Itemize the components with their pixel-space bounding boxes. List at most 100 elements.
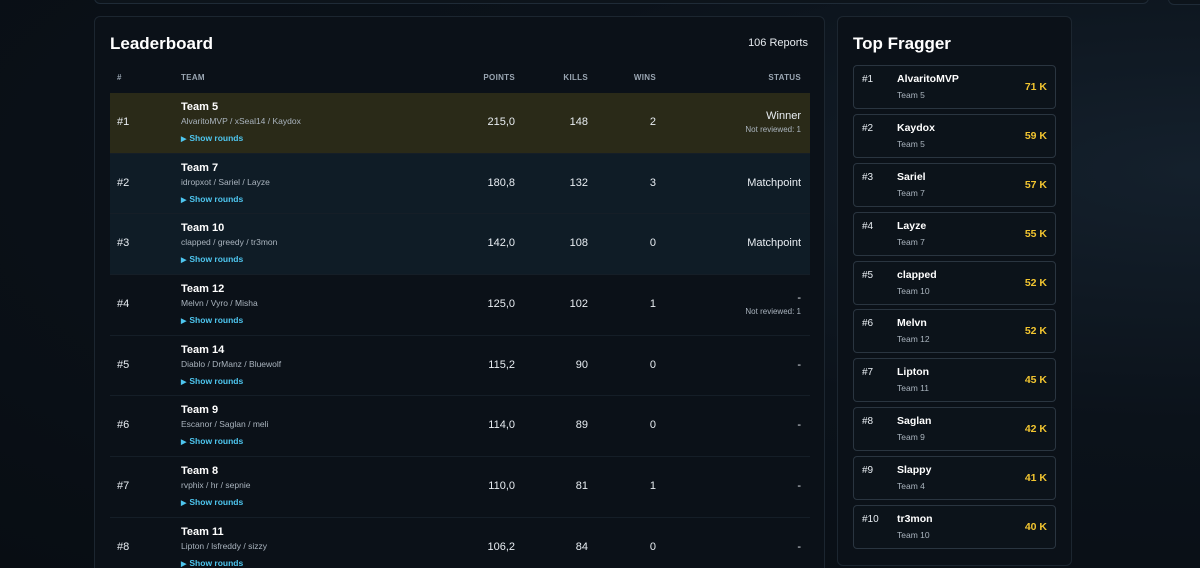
fragger-name: AlvaritoMVP <box>897 73 959 85</box>
row-rank: #3 <box>117 237 130 250</box>
row-kills: 84 <box>575 540 588 553</box>
show-rounds-label: Show rounds <box>189 315 244 326</box>
show-rounds-link[interactable]: ▶ Show rounds <box>181 376 243 386</box>
fragger-rank: #8 <box>862 416 874 428</box>
leaderboard-rows: #1 Team 5 AlvaritoMVP / xSeal14 / Kaydox… <box>110 93 810 568</box>
row-wins: 0 <box>649 237 656 250</box>
row-status: Matchpoint <box>747 237 801 250</box>
row-team-name: Team 8 <box>181 465 219 478</box>
fragger-team: Team 11 <box>897 383 929 394</box>
row-kills: 108 <box>569 237 588 250</box>
show-rounds-link[interactable]: ▶ Show rounds <box>181 497 243 507</box>
leaderboard-row[interactable]: #3 Team 10 clapped / greedy / tr3mon ▶ Sh… <box>110 214 810 276</box>
fragger-rank: #4 <box>862 220 874 232</box>
fragger-card[interactable]: #4 Layze Team 7 55 K <box>853 211 1056 256</box>
fragger-team: Team 12 <box>897 334 930 345</box>
row-players: AlvaritoMVP / xSeal14 / Kaydox <box>181 116 301 126</box>
row-kills: 102 <box>569 298 588 311</box>
fragger-card[interactable]: #9 Slappy Team 4 41 K <box>853 456 1056 501</box>
fragger-name: Layze <box>897 219 927 232</box>
row-status: Winner <box>766 110 801 122</box>
show-rounds-label: Show rounds <box>189 375 244 386</box>
leaderboard-row[interactable]: #2 Team 7 idropxot / Sariel / Layze ▶ Sho… <box>110 153 810 215</box>
row-status: - <box>797 480 801 493</box>
header-team: TEAM <box>181 73 205 82</box>
row-points: 114,0 <box>488 419 515 432</box>
row-points: 180,8 <box>487 176 515 189</box>
row-players: Escanor / Saglan / meli <box>181 419 269 430</box>
fragger-card[interactable]: #3 Sariel Team 7 57 K <box>853 162 1056 207</box>
fragger-name: tr3mon <box>897 513 933 526</box>
row-wins: 3 <box>649 176 656 189</box>
fragger-name: Kaydox <box>897 121 935 134</box>
fragger-rank: #10 <box>862 514 879 526</box>
fragger-kills: 52 K <box>1024 325 1047 338</box>
reports-count[interactable]: 106 Reports <box>748 37 808 49</box>
row-team-name: Team 11 <box>181 525 224 538</box>
row-rank: #4 <box>117 298 130 311</box>
row-status: Matchpoint <box>747 176 801 189</box>
fragger-kills: 52 K <box>1024 276 1047 289</box>
show-rounds-link[interactable]: ▶ Show rounds <box>181 194 243 204</box>
row-points: 115,2 <box>488 358 515 371</box>
fragger-team: Team 9 <box>897 432 925 443</box>
fragger-name: Slappy <box>897 464 932 477</box>
row-review-note: Not reviewed: 1 <box>745 125 801 134</box>
fragger-team: Team 5 <box>897 138 925 149</box>
show-rounds-link[interactable]: ▶ Show rounds <box>181 254 243 264</box>
fragger-rank: #3 <box>862 171 874 183</box>
show-rounds-link[interactable]: ▶ Show rounds <box>181 133 243 143</box>
row-kills: 81 <box>575 480 588 493</box>
row-points: 125,0 <box>487 298 515 311</box>
row-wins: 0 <box>649 358 656 371</box>
fragger-card[interactable]: #6 Melvn Team 12 52 K <box>853 309 1056 354</box>
row-points: 106,2 <box>487 540 515 553</box>
fragger-kills: 55 K <box>1024 227 1047 240</box>
fragger-name: Sariel <box>897 170 926 183</box>
caret-right-icon: ▶ <box>181 560 187 568</box>
leaderboard-row[interactable]: #6 Team 9 Escanor / Saglan / meli ▶ Show … <box>110 396 810 458</box>
header-status: STATUS <box>768 73 801 82</box>
fragger-card[interactable]: #2 Kaydox Team 5 59 K <box>853 113 1056 158</box>
row-players: Melvn / Vyro / Misha <box>181 298 258 309</box>
fragger-name: Lipton <box>897 366 930 379</box>
show-rounds-link[interactable]: ▶ Show rounds <box>181 436 243 446</box>
header-kills: KILLS <box>563 73 588 82</box>
leaderboard-row[interactable]: #1 Team 5 AlvaritoMVP / xSeal14 / Kaydox… <box>110 93 810 154</box>
leaderboard-row[interactable]: #4 Team 12 Melvn / Vyro / Misha ▶ Show ro… <box>110 275 810 336</box>
caret-right-icon: ▶ <box>181 439 187 447</box>
show-rounds-link[interactable]: ▶ Show rounds <box>181 315 243 325</box>
fragger-rank: #5 <box>862 269 874 281</box>
fragger-card[interactable]: #8 Saglan Team 9 42 K <box>853 407 1056 452</box>
row-points: 215,0 <box>487 116 515 128</box>
show-rounds-link[interactable]: ▶ Show rounds <box>181 558 243 568</box>
caret-right-icon: ▶ <box>181 196 187 204</box>
show-rounds-label: Show rounds <box>189 193 244 204</box>
row-wins: 1 <box>649 298 656 311</box>
row-rank: #7 <box>117 480 130 493</box>
top-fragger-panel: Top Fragger #1 AlvaritoMVP Team 5 71 K #… <box>837 16 1072 566</box>
fragger-card[interactable]: #1 AlvaritoMVP Team 5 71 K <box>853 65 1056 109</box>
fragger-card[interactable]: #7 Lipton Team 11 45 K <box>853 358 1056 403</box>
top-right-button[interactable] <box>1168 0 1200 5</box>
header-points: POINTS <box>483 73 515 82</box>
show-rounds-label: Show rounds <box>189 436 244 447</box>
header-wins: WINS <box>633 73 656 82</box>
row-wins: 0 <box>649 540 656 553</box>
fragger-kills: 71 K <box>1024 81 1047 93</box>
fragger-kills: 40 K <box>1024 521 1047 534</box>
fragger-team: Team 4 <box>897 481 925 492</box>
leaderboard-row[interactable]: #7 Team 8 rvphix / hr / sepnie ▶ Show rou… <box>110 457 810 518</box>
fragger-card[interactable]: #5 clapped Team 10 52 K <box>853 260 1056 305</box>
leaderboard-row[interactable]: #8 Team 11 Lipton / lsfreddy / sizzy ▶ Sh… <box>110 518 810 568</box>
leaderboard-row[interactable]: #5 Team 14 Diablo / DrManz / Bluewolf ▶ S… <box>110 336 810 397</box>
fragger-rank: #9 <box>862 465 874 477</box>
top-fragger-list: #1 AlvaritoMVP Team 5 71 K #2 Kaydox Tea… <box>853 65 1056 554</box>
row-kills: 132 <box>569 176 588 189</box>
row-kills: 148 <box>569 116 588 128</box>
caret-right-icon: ▶ <box>181 136 187 143</box>
row-points: 110,0 <box>488 480 515 493</box>
fragger-card[interactable]: #10 tr3mon Team 10 40 K <box>853 505 1056 550</box>
row-players: rvphix / hr / sepnie <box>181 480 251 491</box>
row-wins: 0 <box>649 419 656 432</box>
